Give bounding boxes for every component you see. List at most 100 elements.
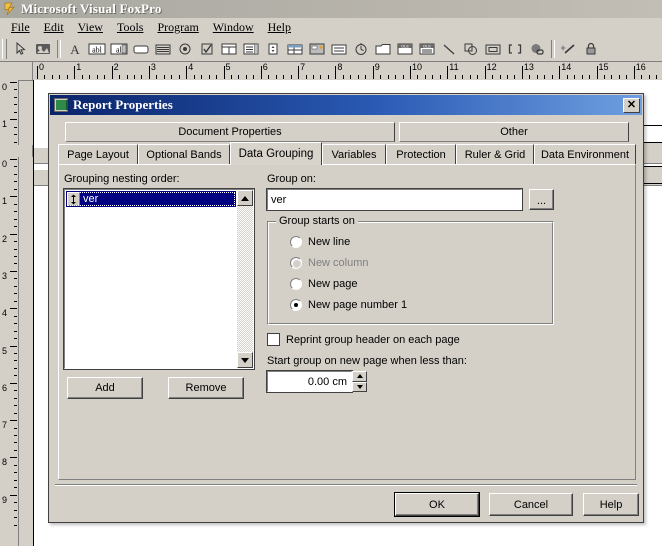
ruler-tick-minor: [499, 75, 501, 79]
tab-protection-label: Protection: [396, 148, 446, 161]
tab-variables-label: Variables: [331, 148, 377, 161]
tab-group-other[interactable]: Other: [399, 122, 629, 142]
grid-control-icon[interactable]: [284, 38, 306, 59]
container-icon[interactable]: [482, 38, 504, 59]
ruler-tick-major: [10, 119, 17, 121]
ole-bound-control-icon[interactable]: OLE: [416, 38, 438, 59]
tab-protection[interactable]: Protection: [386, 144, 456, 164]
group-on-value: ver: [271, 193, 287, 206]
ok-button[interactable]: OK: [394, 492, 480, 517]
ruler-tick-minor: [14, 226, 17, 228]
ruler-tick-minor: [66, 75, 68, 79]
check-box-icon[interactable]: [196, 38, 218, 59]
menu-item-help[interactable]: Help: [261, 19, 298, 36]
cancel-button[interactable]: Cancel: [489, 493, 573, 516]
radio-new-page-number[interactable]: New page number 1: [290, 299, 407, 311]
group-on-browse-label: ...: [536, 195, 547, 207]
menu-item-window[interactable]: Window: [206, 19, 261, 36]
app-title: Microsoft Visual FoxPro: [21, 1, 162, 16]
spinner-up-icon[interactable]: [352, 371, 367, 382]
shape-tool-icon[interactable]: [460, 38, 482, 59]
group-on-browse-button[interactable]: ...: [529, 189, 554, 210]
dialog-titlebar[interactable]: Report Properties ✕: [50, 95, 642, 115]
ruler-tick-minor: [14, 517, 17, 519]
spinner-down-icon[interactable]: [352, 381, 367, 392]
timer-icon[interactable]: [350, 38, 372, 59]
menu-item-view[interactable]: View: [71, 19, 110, 36]
start-group-threshold-spinner[interactable]: [352, 371, 367, 392]
command-group-icon[interactable]: [306, 38, 328, 59]
app-titlebar: Microsoft Visual FoxPro: [0, 0, 662, 18]
rectangle-icon[interactable]: [130, 38, 152, 59]
ruler-tick-minor: [14, 134, 17, 136]
edit-box-icon[interactable]: al: [108, 38, 130, 59]
menu-item-edit[interactable]: Edit: [37, 19, 71, 36]
page-frame-icon[interactable]: [372, 38, 394, 59]
field-textbox-icon[interactable]: abl: [86, 38, 108, 59]
ruler-tick-minor: [14, 352, 17, 354]
tab-group-document-properties[interactable]: Document Properties: [65, 122, 395, 142]
ruler-tick-minor: [14, 255, 17, 257]
close-icon[interactable]: ✕: [623, 97, 640, 113]
start-group-threshold-input[interactable]: 0.00 cm: [266, 370, 353, 393]
select-pointer-icon[interactable]: [10, 38, 32, 59]
ruler-corner: [0, 62, 33, 80]
add-button[interactable]: Add: [67, 377, 143, 399]
radio-new-page[interactable]: New page: [290, 278, 358, 290]
menu-item-file[interactable]: File: [4, 19, 37, 36]
tab-ruler-grid[interactable]: Ruler & Grid: [456, 144, 534, 164]
radio-new-line[interactable]: New line: [290, 236, 350, 248]
svg-text:OLE: OLE: [401, 43, 409, 48]
toolbar-grip[interactable]: [2, 38, 7, 59]
ruler-tick-minor: [611, 75, 613, 79]
custom-control-icon[interactable]: [504, 38, 526, 59]
tab-data-environment[interactable]: Data Environment: [534, 144, 636, 164]
tab-data-grouping[interactable]: Data Grouping: [230, 142, 322, 165]
group-on-input[interactable]: ver: [266, 188, 523, 211]
button-lock-icon[interactable]: [580, 38, 602, 59]
label-text-icon[interactable]: A: [64, 38, 86, 59]
line-tool-icon[interactable]: [438, 38, 460, 59]
list-box-icon[interactable]: [240, 38, 262, 59]
image-picture-icon[interactable]: [32, 38, 54, 59]
ole-container-icon[interactable]: OLE: [394, 38, 416, 59]
ruler-tick-minor: [439, 75, 441, 79]
menu-item-tools[interactable]: Tools: [110, 19, 151, 36]
menu-item-window-label: Window: [212, 19, 254, 34]
menu-item-view-label: View: [77, 19, 103, 34]
ruler-tick-minor: [462, 75, 464, 79]
tab-variables[interactable]: Variables: [322, 144, 386, 164]
ruler-tick-minor: [14, 509, 17, 511]
listbox-scrollbar[interactable]: [237, 190, 253, 368]
ruler-tick-minor: [417, 75, 419, 79]
ruler-tick-label: 14: [561, 62, 572, 72]
radio-new-page-icon: [290, 278, 302, 290]
grouping-nesting-listbox[interactable]: ver: [63, 188, 255, 370]
option-group-icon[interactable]: [174, 38, 196, 59]
ruler-tick-major: [484, 66, 486, 79]
spinner-icon[interactable]: [262, 38, 284, 59]
lines-shape-icon[interactable]: [152, 38, 174, 59]
ruler-tick-minor: [14, 263, 17, 265]
help-button[interactable]: Help: [583, 493, 639, 516]
list-item[interactable]: ver: [66, 191, 236, 207]
reorder-handle-icon[interactable]: [67, 192, 80, 206]
hyperlink-icon[interactable]: [526, 38, 548, 59]
scroll-up-icon[interactable]: [237, 190, 253, 206]
ruler-tick-minor: [342, 75, 344, 79]
ruler-tick-label: 5: [2, 345, 8, 356]
vertical-ruler-upper: 01: [0, 80, 19, 145]
separator-icon[interactable]: [328, 38, 350, 59]
reprint-group-header-checkbox[interactable]: Reprint group header on each page: [267, 333, 460, 346]
builder-lock-wand-icon[interactable]: [558, 38, 580, 59]
tab-page-layout[interactable]: Page Layout: [58, 144, 138, 164]
ruler-tick-minor: [14, 435, 17, 437]
scroll-down-icon[interactable]: [237, 352, 253, 368]
ruler-tick-minor: [126, 75, 128, 79]
remove-button[interactable]: Remove: [168, 377, 244, 399]
tab-optional-bands[interactable]: Optional Bands: [138, 144, 230, 164]
menu-item-program[interactable]: Program: [150, 19, 205, 36]
scrollbar-track[interactable]: [237, 206, 253, 352]
toolbar-separator: [57, 39, 61, 58]
combo-box-icon[interactable]: [218, 38, 240, 59]
